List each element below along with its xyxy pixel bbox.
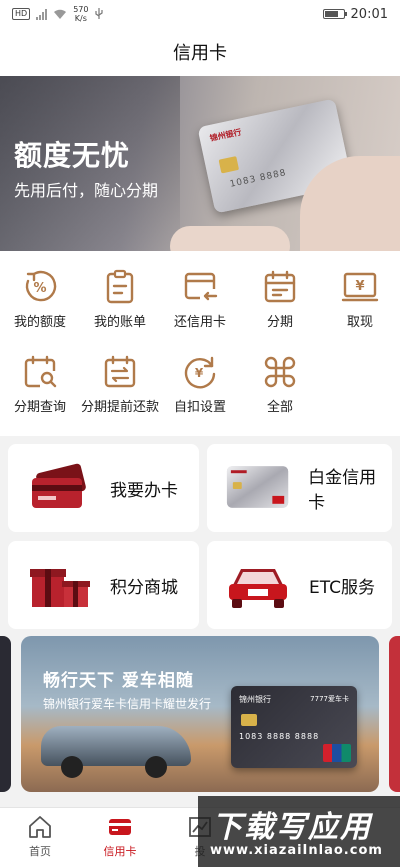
- promo-subtitle: 锦州银行爱车卡信用卡耀世发行: [43, 697, 212, 711]
- hero-banner[interactable]: 锦州银行 1083 8888 额度无忧 先用后付，随心分期: [0, 76, 400, 251]
- tab-credit-card[interactable]: 信用卡: [80, 814, 160, 859]
- clock: 20:01: [350, 6, 388, 22]
- service-label: 我的账单: [93, 315, 146, 330]
- platinum-card-label: 白金信用卡: [308, 468, 377, 513]
- wifi-icon: [54, 9, 67, 19]
- apply-card-label: 我要办卡: [110, 480, 178, 501]
- etc-service-tile[interactable]: ETC服务: [207, 541, 392, 629]
- cash-withdraw-icon: ¥: [341, 272, 379, 302]
- service-grid: % 我的额度 我的账单 还信用卡 分期 ¥ 取现 分期查询 分期提前还款 ¥ 自…: [0, 251, 400, 436]
- service-early-repay[interactable]: 分期提前还款: [80, 352, 160, 416]
- promo-card-tag: 7777爱车卡: [310, 695, 349, 703]
- network-badge: HD: [12, 8, 31, 20]
- tab-home[interactable]: 首页: [0, 814, 80, 859]
- service-my-bill[interactable]: 我的账单: [80, 267, 160, 331]
- status-bar: HD 570 K/s 20:01: [0, 0, 400, 28]
- banner-card-bank: 锦州银行: [209, 127, 243, 144]
- promo-card-bank: 锦州银行: [239, 695, 271, 704]
- usb-icon: [95, 8, 104, 19]
- command-icon: [264, 356, 296, 388]
- promo-title: 畅行天下 爱车相随: [43, 671, 194, 691]
- tab-label: 信用卡: [103, 845, 137, 858]
- cards-stack-icon: [32, 463, 86, 508]
- etc-service-label: ETC服务: [309, 577, 375, 598]
- credit-card-icon: [109, 819, 131, 835]
- carousel-prev-slide[interactable]: [0, 636, 11, 792]
- card-chip-icon: [241, 714, 257, 726]
- service-all[interactable]: 全部: [240, 352, 320, 416]
- service-installment[interactable]: 分期: [240, 267, 320, 331]
- platinum-card-tile[interactable]: 白金信用卡: [207, 444, 392, 532]
- service-auto-debit[interactable]: ¥ 自扣设置: [160, 352, 240, 416]
- calendar-search-icon: [24, 355, 57, 388]
- watermark-title: 下载写应用: [212, 810, 372, 845]
- banner-card-number: 1083 8888: [229, 168, 288, 190]
- service-repay-card[interactable]: 还信用卡: [160, 267, 240, 331]
- network-speed: 570 K/s: [73, 5, 89, 23]
- service-label: 我的额度: [13, 315, 66, 330]
- service-label: 还信用卡: [173, 315, 226, 330]
- page-title: 信用卡: [173, 43, 227, 64]
- service-cash-withdraw[interactable]: ¥ 取现: [320, 267, 400, 331]
- percent-circle-icon: %: [25, 270, 57, 302]
- platinum-card-icon: [226, 466, 289, 508]
- service-installment-query[interactable]: 分期查询: [0, 352, 80, 416]
- calendar-icon: [264, 270, 296, 303]
- page-title-bar: 信用卡: [0, 28, 400, 76]
- banner-subtitle: 先用后付，随心分期: [14, 181, 159, 200]
- card-repay-icon: [184, 272, 218, 301]
- battery-icon: [322, 9, 347, 19]
- signal-icon: [36, 8, 48, 20]
- svg-text:¥: ¥: [355, 279, 364, 294]
- home-icon: [29, 816, 51, 838]
- calendar-exchange-icon: [104, 355, 136, 388]
- car-icon: [229, 569, 287, 608]
- svg-text:%: %: [33, 281, 46, 296]
- service-label: 自扣设置: [173, 400, 226, 415]
- svg-text:¥: ¥: [195, 366, 204, 380]
- unionpay-logo: [323, 744, 351, 762]
- promo-card-number: 1083 8888 8888: [239, 732, 320, 741]
- banner-title: 额度无忧: [14, 139, 131, 172]
- service-label: 分期: [266, 315, 293, 330]
- banner-hand-image: [170, 226, 290, 251]
- service-label: 分期查询: [13, 400, 66, 415]
- gift-box-icon: [30, 569, 90, 607]
- promo-car-image: [41, 726, 191, 778]
- carousel-next-slide[interactable]: [389, 636, 400, 792]
- promo-carousel-slide[interactable]: 畅行天下 爱车相随 锦州银行爱车卡信用卡耀世发行 锦州银行 7777爱车卡 10…: [21, 636, 379, 792]
- service-label: 取现: [346, 315, 373, 330]
- yen-refresh-icon: ¥: [184, 356, 216, 389]
- tab-label: 首页: [29, 845, 51, 858]
- service-label: 分期提前还款: [80, 400, 159, 415]
- points-mall-tile[interactable]: 积分商城: [8, 541, 199, 629]
- service-label: 全部: [266, 400, 293, 415]
- promo-card-image: 锦州银行 7777爱车卡 1083 8888 8888: [231, 686, 357, 768]
- watermark-url: www.xiazaiInlao.com: [210, 843, 383, 858]
- service-my-limit[interactable]: % 我的额度: [0, 267, 80, 331]
- watermark-overlay: 下载写应用 www.xiazaiInlao.com: [198, 796, 400, 867]
- apply-card-tile[interactable]: 我要办卡: [8, 444, 199, 532]
- points-mall-label: 积分商城: [110, 577, 178, 598]
- clipboard-icon: [106, 269, 134, 304]
- card-chip-icon: [218, 156, 240, 174]
